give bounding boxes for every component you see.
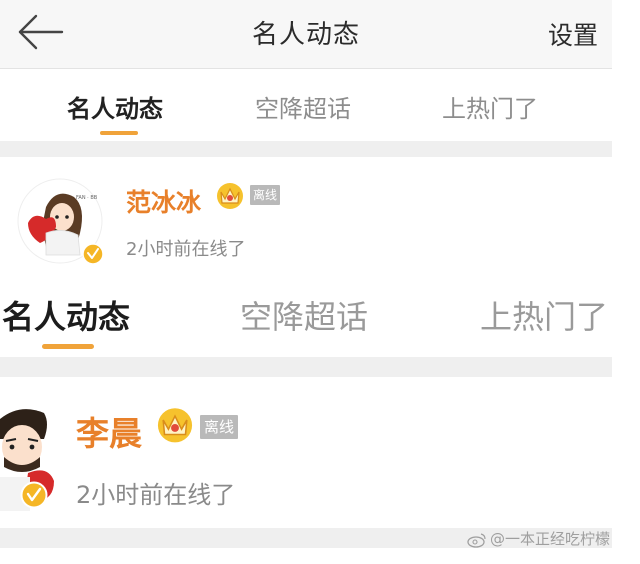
page-title: 名人动态 <box>251 20 360 50</box>
tab-airdrop-topic[interactable]: 空降超话 <box>240 292 368 338</box>
active-tab-indicator <box>42 344 94 349</box>
online-status: 2小时前在线了 <box>126 239 246 260</box>
verified-v-icon <box>82 243 104 265</box>
tab-trending[interactable]: 上热门了 <box>442 89 538 124</box>
list-item[interactable]: 李晨 离线 2小时前在线了 <box>0 377 612 527</box>
list-item[interactable]: FAN · BB 范冰冰 离线 2小时前在线了 <box>0 157 612 267</box>
section-divider <box>0 141 612 157</box>
status-badge: 离线 <box>200 415 239 439</box>
tab-celebrity-updates[interactable]: 名人动态 <box>2 292 130 338</box>
watermark: @一本正经吃柠檬 <box>467 528 610 549</box>
avatar[interactable]: FAN · BB <box>16 177 104 265</box>
verified-v-icon <box>20 481 48 509</box>
settings-button[interactable]: 设置 <box>548 16 598 52</box>
user-name[interactable]: 李晨 <box>76 407 142 455</box>
tab-airdrop-topic[interactable]: 空降超话 <box>255 89 351 124</box>
status-badge: 离线 <box>250 185 281 205</box>
active-tab-indicator <box>100 131 138 135</box>
tab-trending[interactable]: 上热门了 <box>480 292 608 338</box>
tab-celebrity-updates[interactable]: 名人动态 <box>67 89 163 124</box>
nav-bar: 名人动态 设置 <box>0 0 612 69</box>
online-status: 2小时前在线了 <box>76 481 236 509</box>
tab-bar-zoomed: 名人动态 空降超话 上热门了 <box>0 278 612 356</box>
crown-icon <box>157 408 193 443</box>
svg-text:FAN · BB: FAN · BB <box>76 195 98 201</box>
user-name[interactable]: 范冰冰 <box>126 183 201 219</box>
avatar[interactable] <box>0 403 56 511</box>
watermark-text: @一本正经吃柠檬 <box>489 530 610 548</box>
weibo-logo-icon <box>467 532 486 548</box>
tab-bar: 名人动态 空降超话 上热门了 <box>0 69 612 141</box>
crown-icon <box>217 183 243 209</box>
screen: 名人动态 设置 名人动态 空降超话 上热门了 FAN · BB 范冰冰 离线 2… <box>0 0 640 564</box>
section-divider <box>0 357 612 377</box>
